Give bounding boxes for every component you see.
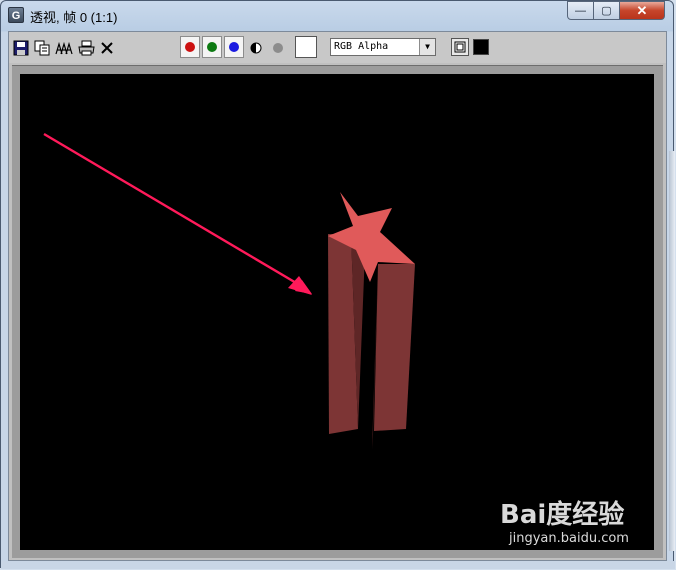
print-icon xyxy=(77,40,95,56)
annotation-arrow xyxy=(43,132,312,295)
clone-button[interactable] xyxy=(54,39,74,57)
red-channel-button[interactable] xyxy=(180,36,200,58)
channel-display-select[interactable]: RGB Alpha ▼ xyxy=(330,38,436,56)
frame-buffer-panel: RGB Alpha ▼ Bai度经验 jingyan.baidu.com xyxy=(8,31,667,561)
red-channel-icon xyxy=(185,42,195,52)
minimize-icon: — xyxy=(575,4,586,17)
overlay-icon xyxy=(454,41,466,53)
close-button[interactable]: ✕ xyxy=(619,1,665,20)
maximize-button[interactable]: ▢ xyxy=(593,1,620,20)
title-bar[interactable]: G 透视, 帧 0 (1:1) — ▢ ✕ xyxy=(1,1,673,29)
render-window: G 透视, 帧 0 (1:1) — ▢ ✕ RGB Alpha ▼ Bai度经验… xyxy=(0,0,675,569)
app-icon: G xyxy=(8,7,24,23)
save-button[interactable] xyxy=(12,39,30,57)
print-button[interactable] xyxy=(77,39,95,57)
alpha-channel-button[interactable] xyxy=(249,39,263,57)
watermark-logo: Bai度经验 xyxy=(500,500,625,530)
rendered-scene xyxy=(43,132,415,449)
window-title: 透视, 帧 0 (1:1) xyxy=(30,10,118,25)
clone-icon xyxy=(55,41,73,55)
window-edge xyxy=(669,151,675,551)
display-toggle-button[interactable] xyxy=(451,38,469,56)
monochrome-button[interactable] xyxy=(271,39,285,57)
right-column xyxy=(374,264,415,431)
chevron-down-icon[interactable]: ▼ xyxy=(419,39,435,55)
channel-display-value: RGB Alpha xyxy=(334,41,389,52)
extruded-star-model xyxy=(328,192,415,449)
save-icon xyxy=(13,40,29,56)
clear-icon xyxy=(101,42,113,54)
render-viewport: Bai度经验 jingyan.baidu.com xyxy=(12,65,663,558)
blue-channel-button[interactable] xyxy=(224,36,244,58)
monochrome-icon xyxy=(273,43,283,53)
close-icon: ✕ xyxy=(636,2,648,18)
green-channel-button[interactable] xyxy=(202,36,222,58)
copy-button[interactable] xyxy=(33,39,51,57)
copy-icon xyxy=(34,40,50,56)
clear-button[interactable] xyxy=(99,39,115,57)
maximize-icon: ▢ xyxy=(601,5,612,17)
color-swatch[interactable] xyxy=(295,36,317,58)
blue-channel-icon xyxy=(229,42,239,52)
toolbar: RGB Alpha ▼ xyxy=(9,32,666,63)
green-channel-icon xyxy=(207,42,217,52)
minimize-button[interactable]: — xyxy=(567,1,594,20)
window-bottom-edge xyxy=(1,561,675,569)
alpha-channel-icon xyxy=(250,42,262,54)
background-color-button[interactable] xyxy=(473,39,489,55)
watermark-url: jingyan.baidu.com xyxy=(509,531,629,546)
render-canvas: Bai度经验 jingyan.baidu.com xyxy=(20,74,654,550)
